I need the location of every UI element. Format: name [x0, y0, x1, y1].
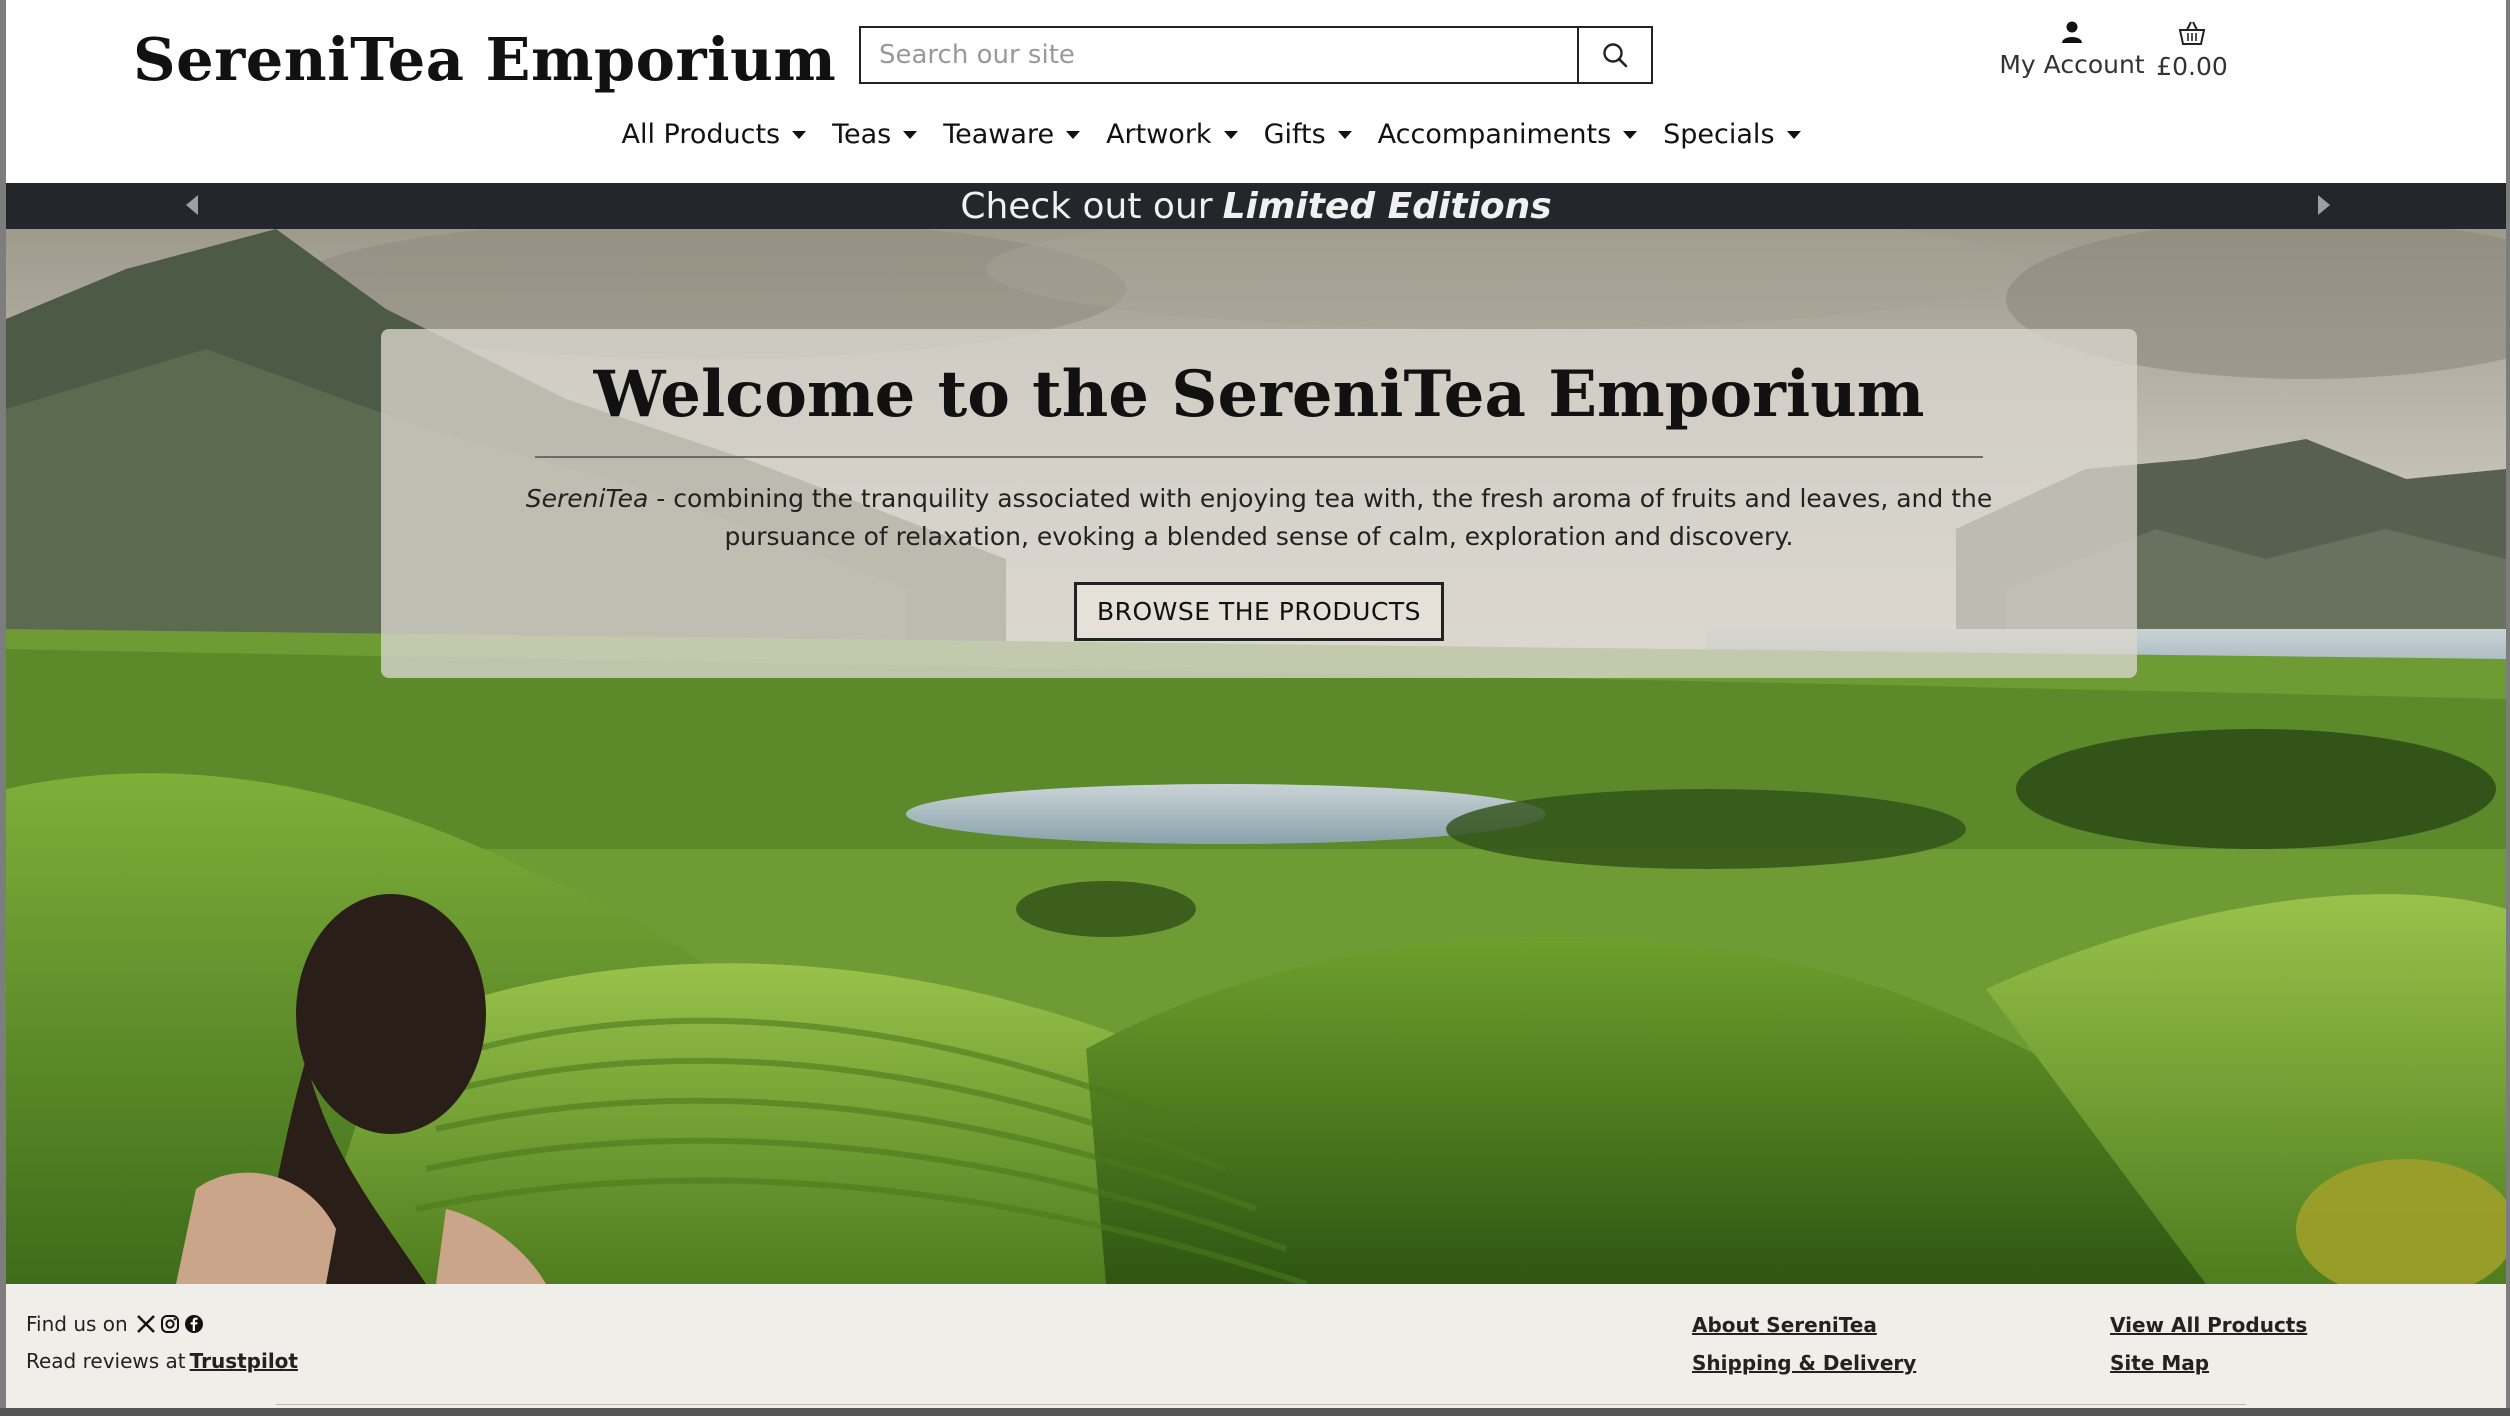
nav-item-label: Teas	[832, 119, 892, 150]
nav-item-artwork[interactable]: Artwork	[1106, 119, 1238, 150]
instagram-icon[interactable]	[160, 1314, 180, 1334]
nav-item-label: Artwork	[1106, 119, 1212, 150]
hero-intro-brand: SereniTea	[525, 484, 649, 513]
basket-link[interactable]: £0.00	[2132, 20, 2252, 81]
banner-next-icon[interactable]	[2318, 195, 2330, 215]
nav-item-teaware[interactable]: Teaware	[943, 119, 1081, 150]
search-button[interactable]	[1577, 26, 1653, 84]
basket-icon	[2178, 21, 2206, 45]
site-map-link[interactable]: Site Map	[2110, 1351, 2307, 1375]
x-icon[interactable]	[136, 1314, 156, 1334]
window-bottom-edge	[0, 1408, 2510, 1416]
nav-item-teas[interactable]: Teas	[832, 119, 918, 150]
facebook-icon[interactable]	[184, 1314, 204, 1334]
caret-down-icon	[1337, 130, 1352, 139]
banner-text: Check out our	[960, 185, 1213, 227]
nav-item-label: Teaware	[943, 119, 1055, 150]
nav-item-specials[interactable]: Specials	[1663, 119, 1801, 150]
nav-item-label: All Products	[621, 119, 781, 150]
main-nav: All Products Teas Teaware Artwork Gifts …	[6, 119, 2461, 150]
page: SereniTea Emporium My Account £0.00 A	[6, 0, 2506, 1416]
nav-item-gifts[interactable]: Gifts	[1264, 119, 1352, 150]
reviews-label: Read reviews at	[26, 1349, 186, 1373]
announcement-banner[interactable]: Check out our Limited Editions	[6, 183, 2506, 229]
footer-links-col2: View All Products Site Map	[2110, 1313, 2307, 1389]
hero-divider	[535, 456, 1983, 458]
account-label: My Account	[1999, 50, 2145, 79]
user-icon	[2062, 21, 2082, 43]
hero-section: Welcome to the SereniTea Emporium Sereni…	[6, 229, 2506, 1284]
site-logo[interactable]: SereniTea Emporium	[133, 25, 836, 94]
nav-item-accompaniments[interactable]: Accompaniments	[1377, 119, 1638, 150]
banner-emphasis: Limited Editions	[1222, 185, 1552, 227]
footer-divider	[276, 1404, 2246, 1405]
view-all-products-link[interactable]: View All Products	[2110, 1313, 2307, 1337]
nav-item-all-products[interactable]: All Products	[621, 119, 807, 150]
footer-social: Find us on Read reviews at Trustpilot	[26, 1312, 298, 1386]
trustpilot-link[interactable]: Trustpilot	[190, 1349, 298, 1373]
nav-item-label: Accompaniments	[1377, 119, 1612, 150]
browse-products-button[interactable]: BROWSE THE PRODUCTS	[1073, 582, 1445, 641]
search-bar	[859, 26, 1653, 84]
nav-item-label: Specials	[1663, 119, 1775, 150]
footer-links-col1: About SereniTea Shipping & Delivery	[1692, 1313, 1916, 1389]
find-us-label: Find us on	[26, 1312, 128, 1336]
reviews-row: Read reviews at Trustpilot	[26, 1349, 298, 1373]
search-icon	[1603, 43, 1628, 68]
caret-down-icon	[1223, 130, 1238, 139]
search-input[interactable]	[859, 26, 1578, 84]
basket-total: £0.00	[2156, 52, 2228, 81]
about-link[interactable]: About SereniTea	[1692, 1313, 1916, 1337]
hero-intro: SereniTea - combining the tranquility as…	[509, 480, 2009, 556]
caret-down-icon	[1066, 130, 1081, 139]
banner-prev-icon[interactable]	[186, 195, 198, 215]
nav-item-label: Gifts	[1263, 119, 1326, 150]
caret-down-icon	[792, 130, 807, 139]
hero-welcome-panel: Welcome to the SereniTea Emporium Sereni…	[381, 329, 2137, 678]
shipping-link[interactable]: Shipping & Delivery	[1692, 1351, 1916, 1375]
hero-title: Welcome to the SereniTea Emporium	[593, 357, 1925, 432]
caret-down-icon	[1623, 130, 1638, 139]
hero-intro-text: - combining the tranquility associated w…	[648, 484, 1993, 551]
caret-down-icon	[1786, 130, 1801, 139]
find-us-row: Find us on	[26, 1312, 298, 1336]
footer: Find us on Read reviews at Trustpilot Ab…	[6, 1284, 2506, 1416]
caret-down-icon	[903, 130, 918, 139]
